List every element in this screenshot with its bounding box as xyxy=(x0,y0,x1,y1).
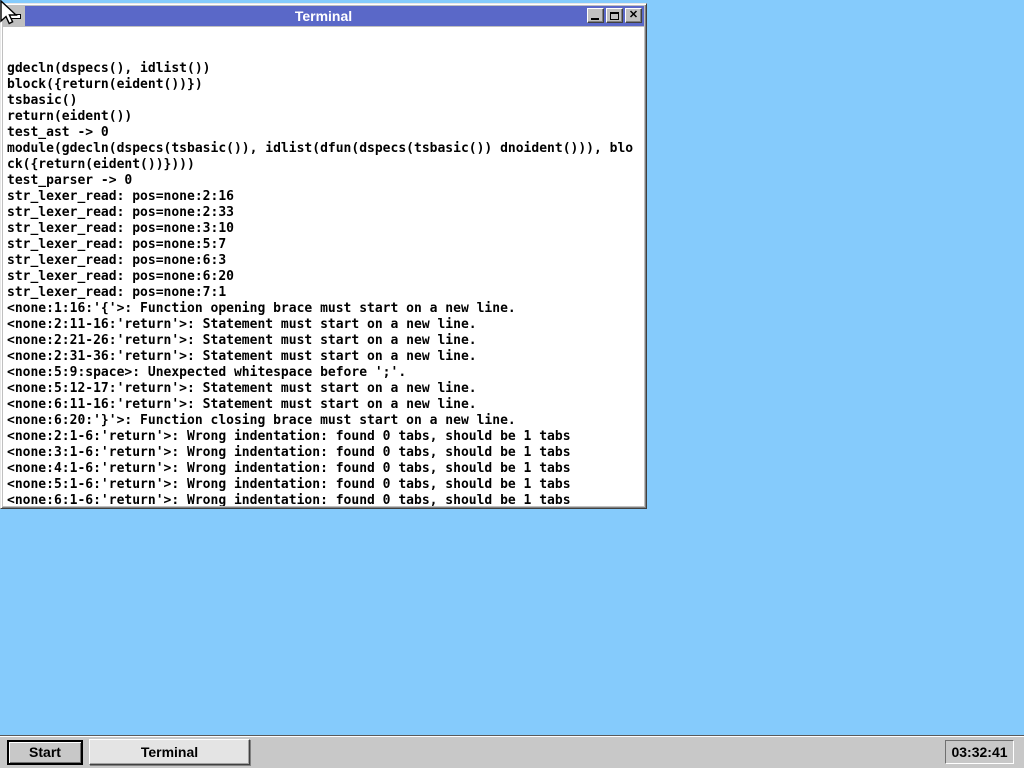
terminal-line: str_lexer_read: pos=none:3:10 xyxy=(7,221,644,237)
maximize-button[interactable] xyxy=(606,8,623,23)
terminal-line: test_parser -> 0 xyxy=(7,173,644,189)
desktop[interactable]: { "colors": { "desktop": "#85CBFC", "tit… xyxy=(0,0,1024,768)
terminal-line: str_lexer_read: pos=none:2:16 xyxy=(7,189,644,205)
terminal-line: str_lexer_read: pos=none:7:1 xyxy=(7,285,644,301)
terminal-line: <none:6:11-16:'return'>: Statement must … xyxy=(7,397,644,413)
start-button-label: Start xyxy=(29,744,61,760)
terminal-line: str_lexer_read: pos=none:6:3 xyxy=(7,253,644,269)
terminal-line: <none:5:12-17:'return'>: Statement must … xyxy=(7,381,644,397)
terminal-line: <none:1:16:'{'>: Function opening brace … xyxy=(7,301,644,317)
terminal-line: module(gdecln(dspecs(tsbasic()), idlist(… xyxy=(7,141,644,157)
terminal-line: <none:2:11-16:'return'>: Statement must … xyxy=(7,317,644,333)
terminal-line: str_lexer_read: pos=none:2:33 xyxy=(7,205,644,221)
terminal-line: <none:4:1-6:'return'>: Wrong indentation… xyxy=(7,461,644,477)
terminal-line: block({return(eident())}) xyxy=(7,77,644,93)
terminal-line: <none:5:9:space>: Unexpected whitespace … xyxy=(7,365,644,381)
taskbar-item-terminal[interactable]: Terminal xyxy=(89,739,250,765)
minimize-icon xyxy=(591,18,599,20)
taskbar-clock: 03:32:41 xyxy=(945,740,1014,764)
clock-text: 03:32:41 xyxy=(951,744,1007,760)
terminal-line: tsbasic() xyxy=(7,93,644,109)
taskbar-item-label: Terminal xyxy=(141,744,198,760)
window-titlebar[interactable]: Terminal ✕ xyxy=(3,6,644,26)
maximize-icon xyxy=(610,12,619,20)
terminal-line: <none:2:21-26:'return'>: Statement must … xyxy=(7,333,644,349)
close-icon: ✕ xyxy=(629,10,638,21)
titlebar-buttons: ✕ xyxy=(587,8,642,23)
terminal-line: str_lexer_read: pos=none:6:20 xyxy=(7,269,644,285)
terminal-lines: gdecln(dspecs(), idlist())block({return(… xyxy=(7,61,644,506)
terminal-line: test_ast -> 0 xyxy=(7,125,644,141)
start-button[interactable]: Start xyxy=(7,740,83,765)
taskbar: Start Terminal 03:32:41 xyxy=(0,735,1024,768)
close-button[interactable]: ✕ xyxy=(625,8,642,23)
terminal-line: gdecln(dspecs(), idlist()) xyxy=(7,61,644,77)
terminal-line: <none:2:31-36:'return'>: Statement must … xyxy=(7,349,644,365)
terminal-line: <none:2:1-6:'return'>: Wrong indentation… xyxy=(7,429,644,445)
window-title: Terminal xyxy=(3,6,644,26)
terminal-line: <none:5:1-6:'return'>: Wrong indentation… xyxy=(7,477,644,493)
terminal-window: Terminal ✕ gdecln(dspecs(), idlist())blo… xyxy=(0,3,647,509)
terminal-line: <none:6:1-6:'return'>: Wrong indentation… xyxy=(7,493,644,506)
terminal-line: ck({return(eident())}))) xyxy=(7,157,644,173)
terminal-line: <none:3:1-6:'return'>: Wrong indentation… xyxy=(7,445,644,461)
terminal-line: <none:6:20:'}'>: Function closing brace … xyxy=(7,413,644,429)
minimize-button[interactable] xyxy=(587,8,604,23)
terminal-output[interactable]: gdecln(dspecs(), idlist())block({return(… xyxy=(3,27,644,506)
terminal-line: return(eident()) xyxy=(7,109,644,125)
terminal-line: str_lexer_read: pos=none:5:7 xyxy=(7,237,644,253)
